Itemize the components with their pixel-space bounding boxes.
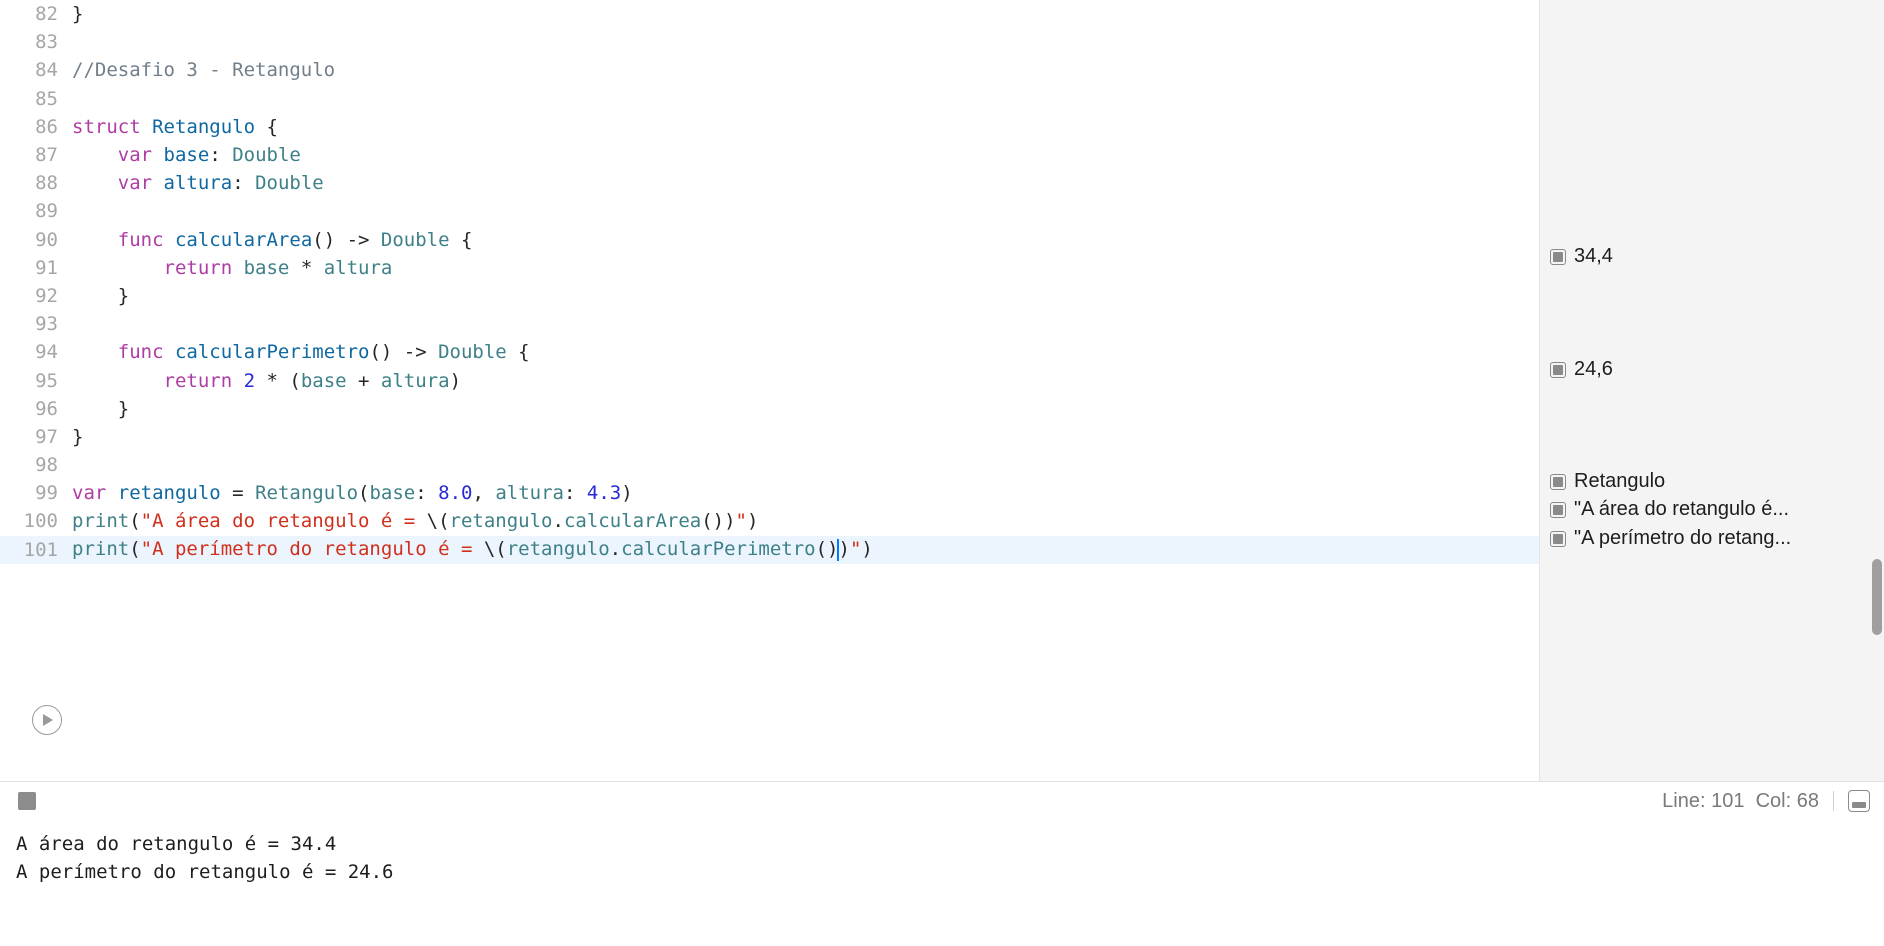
status-line-value: 101 [1711,790,1744,813]
code-line[interactable]: 99var retangulo = Retangulo(base: 8.0, a… [0,479,1539,507]
line-number: 85 [0,88,72,110]
line-number: 87 [0,144,72,166]
result-row[interactable]: "A perímetro do retang... [1550,527,1876,550]
line-content[interactable]: func calcularArea() -> Double { [72,229,1539,251]
code-line[interactable]: 96 } [0,395,1539,423]
code-line[interactable]: 101print("A perímetro do retangulo é = \… [0,536,1539,564]
code-line[interactable]: 85 [0,85,1539,113]
line-content[interactable]: } [72,285,1539,307]
result-text: "A área do retangulo é... [1574,498,1789,521]
play-icon [42,713,54,727]
line-number: 91 [0,257,72,279]
line-content[interactable]: struct Retangulo { [72,116,1539,138]
code-line[interactable]: 94 func calcularPerimetro() -> Double { [0,338,1539,366]
code-line[interactable]: 90 func calcularArea() -> Double { [0,226,1539,254]
line-content[interactable]: } [72,398,1539,420]
status-divider [1833,791,1834,811]
line-content[interactable]: func calcularPerimetro() -> Double { [72,341,1539,363]
scrollbar-handle[interactable] [1872,559,1882,635]
line-number: 97 [0,426,72,448]
line-content[interactable]: return base * altura [72,257,1539,279]
main-area: 82}8384//Desafio 3 - Retangulo8586struct… [0,0,1884,781]
line-content[interactable]: return 2 * (base + altura) [72,370,1539,392]
line-number: 94 [0,341,72,363]
result-row[interactable]: "A área do retangulo é... [1550,498,1876,521]
code-line[interactable]: 100print("A área do retangulo é = \(reta… [0,507,1539,535]
toggle-debug-area-icon[interactable] [1848,790,1870,812]
result-text: "A perímetro do retang... [1574,527,1791,550]
quicklook-icon[interactable] [1550,502,1566,518]
line-content[interactable]: } [72,3,1539,25]
code-lines[interactable]: 82}8384//Desafio 3 - Retangulo8586struct… [0,0,1539,564]
code-line[interactable]: 84//Desafio 3 - Retangulo [0,56,1539,84]
line-number: 86 [0,116,72,138]
line-number: 98 [0,454,72,476]
result-row[interactable]: Retangulo [1550,470,1876,493]
code-line[interactable]: 91 return base * altura [0,254,1539,282]
status-col-label: Col: [1756,790,1792,813]
result-text: 24,6 [1574,358,1613,381]
line-content[interactable]: //Desafio 3 - Retangulo [72,59,1539,81]
code-line[interactable]: 93 [0,310,1539,338]
line-content[interactable]: var retangulo = Retangulo(base: 8.0, alt… [72,482,1539,504]
code-line[interactable]: 95 return 2 * (base + altura) [0,366,1539,394]
code-line[interactable]: 97} [0,423,1539,451]
code-line[interactable]: 86struct Retangulo { [0,113,1539,141]
line-number: 100 [0,510,72,532]
status-line-label: Line: [1662,790,1705,813]
code-line[interactable]: 82} [0,0,1539,28]
line-content[interactable]: print("A perímetro do retangulo é = \(re… [72,538,1539,561]
quicklook-icon[interactable] [1550,362,1566,378]
line-number: 99 [0,482,72,504]
code-line[interactable]: 89 [0,197,1539,225]
code-line[interactable]: 92 } [0,282,1539,310]
stop-button[interactable] [18,792,36,810]
result-row[interactable]: 24,6 [1550,358,1876,381]
line-number: 96 [0,398,72,420]
console-output[interactable]: A área do retangulo é = 34.4A perímetro … [0,820,1884,946]
line-content[interactable]: print("A área do retangulo é = \(retangu… [72,510,1539,532]
console-line: A área do retangulo é = 34.4 [16,830,1868,858]
status-bar: Line: 101 Col: 68 [0,781,1884,820]
line-number: 90 [0,229,72,251]
line-number: 93 [0,313,72,335]
line-number: 101 [0,539,72,561]
line-number: 82 [0,3,72,25]
line-number: 88 [0,172,72,194]
result-text: 34,4 [1574,245,1613,268]
line-number: 95 [0,370,72,392]
line-content[interactable]: var altura: Double [72,172,1539,194]
code-line[interactable]: 83 [0,28,1539,56]
result-text: Retangulo [1574,470,1665,493]
run-button[interactable] [32,705,62,735]
status-col-value: 68 [1797,790,1819,813]
quicklook-icon[interactable] [1550,249,1566,265]
editor-pane[interactable]: 82}8384//Desafio 3 - Retangulo8586struct… [0,0,1539,781]
line-number: 89 [0,200,72,222]
result-row[interactable]: 34,4 [1550,245,1876,268]
line-number: 84 [0,59,72,81]
code-line[interactable]: 88 var altura: Double [0,169,1539,197]
code-line[interactable]: 98 [0,451,1539,479]
line-content[interactable]: } [72,426,1539,448]
line-number: 83 [0,31,72,53]
quicklook-icon[interactable] [1550,474,1566,490]
line-number: 92 [0,285,72,307]
quicklook-icon[interactable] [1550,531,1566,547]
results-sidebar[interactable]: 34,4 24,6 Retangulo "A área do retangulo é.… [1539,0,1884,781]
line-content[interactable]: var base: Double [72,144,1539,166]
code-line[interactable]: 87 var base: Double [0,141,1539,169]
console-line: A perímetro do retangulo é = 24.6 [16,858,1868,886]
